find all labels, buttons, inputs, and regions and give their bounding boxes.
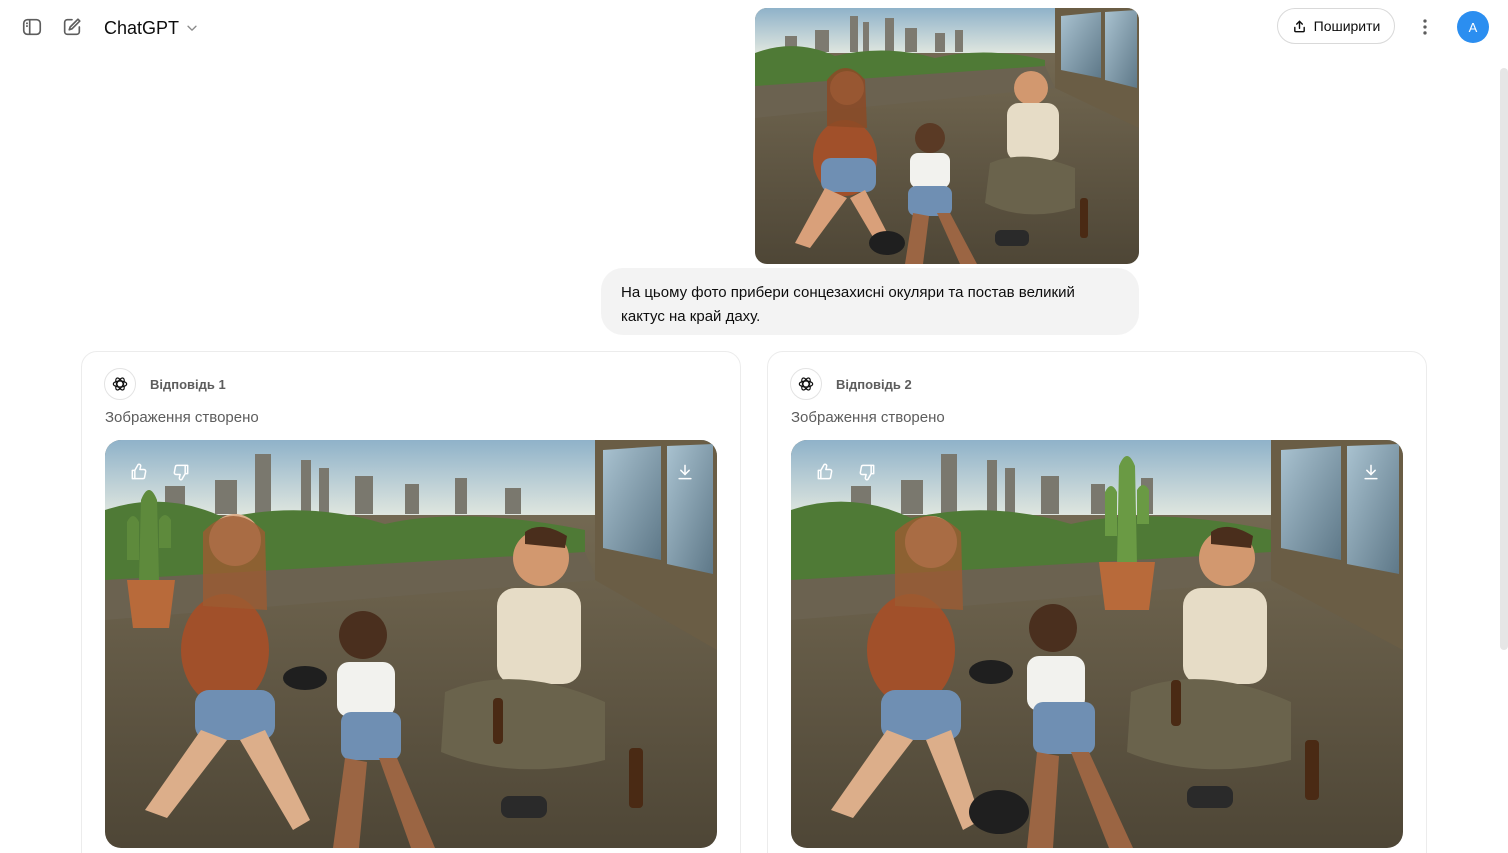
- openai-logo-icon: [104, 368, 136, 400]
- thumbs-down-icon: [859, 464, 875, 481]
- generated-image[interactable]: [105, 440, 717, 848]
- dislike-button[interactable]: [853, 458, 881, 486]
- openai-logo-icon: [790, 368, 822, 400]
- dislike-button[interactable]: [167, 458, 195, 486]
- download-button[interactable]: [1357, 458, 1385, 486]
- response-status: Зображення створено: [791, 409, 945, 426]
- share-label: Поширити: [1313, 18, 1381, 34]
- chevron-down-icon: [187, 25, 197, 31]
- like-button[interactable]: [811, 458, 839, 486]
- scrollbar[interactable]: [1500, 68, 1508, 650]
- sidebar-toggle-button[interactable]: [16, 11, 48, 43]
- response-card-2[interactable]: Відповідь 2 Зображення створено: [767, 351, 1427, 853]
- top-bar: ChatGPT Поширити A: [0, 0, 1508, 56]
- chatgpt-window: ChatGPT Поширити A На цьому фото прибери…: [0, 0, 1508, 853]
- user-message: На цьому фото прибери сонцезахисні окуля…: [601, 268, 1139, 335]
- edit-icon: [63, 18, 81, 36]
- generated-image[interactable]: [791, 440, 1403, 848]
- rooftop-photo: [755, 8, 1139, 264]
- thumbs-down-icon: [173, 464, 189, 481]
- sidebar-icon: [22, 18, 42, 36]
- avatar[interactable]: A: [1457, 11, 1489, 43]
- response-card-1[interactable]: Відповідь 1 Зображення створено: [81, 351, 741, 853]
- rooftop-photo-edited: [791, 440, 1403, 848]
- uploaded-photo[interactable]: [755, 8, 1139, 264]
- share-button[interactable]: Поширити: [1277, 8, 1395, 44]
- download-icon: [1364, 464, 1378, 480]
- like-button[interactable]: [125, 458, 153, 486]
- response-header: Відповідь 1: [104, 367, 226, 401]
- rooftop-photo-edited: [105, 440, 717, 848]
- download-icon: [678, 464, 692, 480]
- share-icon: [1293, 20, 1305, 32]
- response-title: Відповідь 1: [150, 376, 226, 392]
- model-selector[interactable]: ChatGPT: [96, 12, 207, 44]
- thumbs-up-icon: [817, 463, 833, 480]
- more-options-button[interactable]: [1409, 11, 1441, 43]
- thumbs-up-icon: [131, 463, 147, 480]
- response-title: Відповідь 2: [836, 376, 912, 392]
- model-name: ChatGPT: [104, 17, 180, 38]
- response-header: Відповідь 2: [790, 367, 912, 401]
- more-vertical-icon: [1423, 19, 1427, 35]
- download-button[interactable]: [671, 458, 699, 486]
- response-status: Зображення створено: [105, 409, 259, 426]
- new-chat-button[interactable]: [56, 11, 88, 43]
